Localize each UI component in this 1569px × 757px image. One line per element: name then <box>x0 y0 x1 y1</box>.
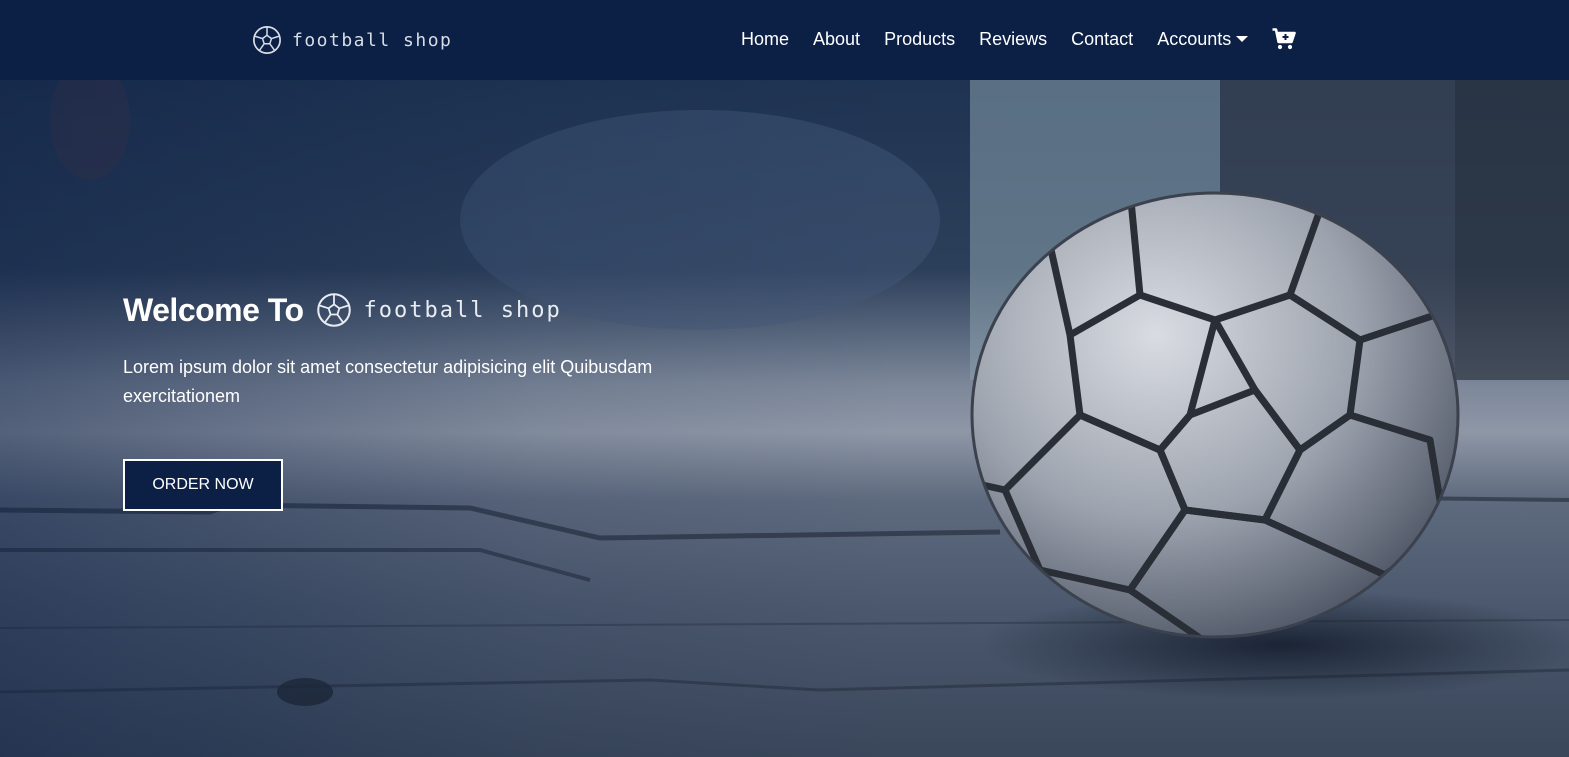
hero-title: Welcome To <box>123 291 304 328</box>
caret-down-icon <box>1236 36 1249 42</box>
hero-description: Lorem ipsum dolor sit amet consectetur a… <box>123 357 653 406</box>
hero-brand-name: football shop <box>363 297 562 323</box>
cart-icon <box>1272 28 1297 50</box>
nav-link-products[interactable]: Products <box>884 29 955 50</box>
nav-menu: Home About Products Reviews Contact Acco… <box>741 26 1297 52</box>
nav-link-contact[interactable]: Contact <box>1071 29 1133 50</box>
hero-content: Welcome To football shop Lorem ipsum dol… <box>123 290 683 511</box>
cart-button[interactable] <box>1272 28 1297 50</box>
hero-heading: Welcome To football shop <box>123 290 683 330</box>
hero-section: Welcome To football shop Lorem ipsum dol… <box>0 80 1569 757</box>
order-now-button[interactable]: ORDER NOW <box>123 459 283 511</box>
nav-link-home[interactable]: Home <box>741 29 789 50</box>
nav-link-accounts-label: Accounts <box>1157 28 1232 49</box>
brand-name: football shop <box>292 29 453 51</box>
soccer-ball-icon <box>253 26 281 54</box>
nav-link-reviews[interactable]: Reviews <box>979 29 1047 50</box>
nav-link-about[interactable]: About <box>813 29 860 50</box>
brand-logo[interactable]: football shop <box>252 25 452 55</box>
soccer-ball-icon <box>316 293 351 327</box>
nav-dropdown-accounts[interactable]: Accounts <box>1157 28 1249 50</box>
navbar: football shop Home About Products Review… <box>0 0 1569 80</box>
